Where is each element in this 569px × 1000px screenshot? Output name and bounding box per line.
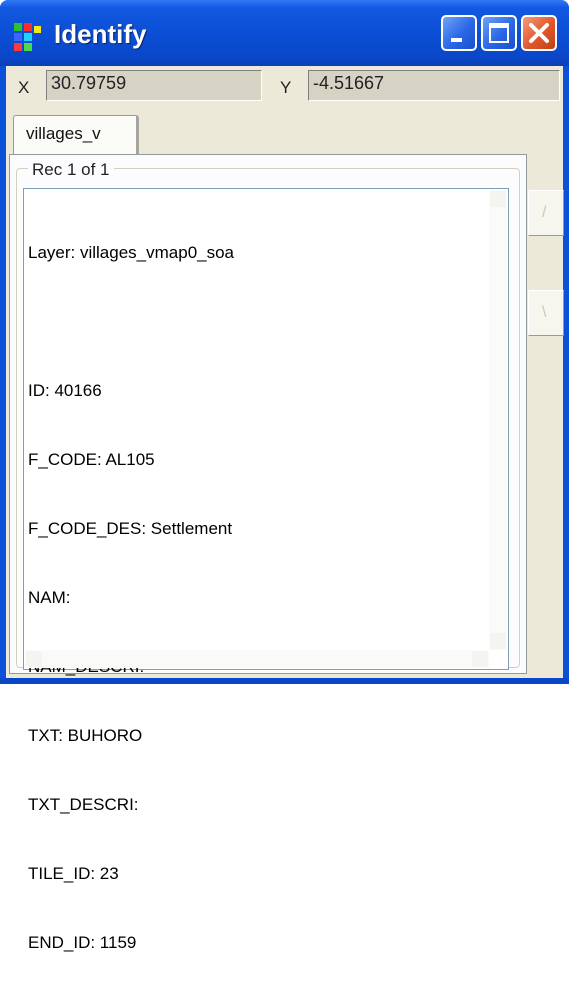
attribute-line: END_ID: 1159 [28, 933, 137, 952]
record-counter: Rec 1 of 1 [28, 160, 114, 180]
attribute-line: Layer: villages_vmap0_soa [28, 243, 235, 262]
maximize-icon [489, 23, 509, 43]
window-bottom-border [0, 678, 569, 684]
horizontal-scrollbar[interactable] [25, 650, 489, 668]
close-button[interactable] [521, 15, 557, 51]
maximize-button[interactable] [481, 15, 517, 51]
attribute-line: TXT_DESCRI: [28, 795, 139, 814]
attribute-line [28, 310, 234, 333]
scroll-up-arrow[interactable] [490, 191, 506, 207]
identify-app-icon [14, 23, 41, 51]
attribute-text-area[interactable]: Layer: villages_vmap0_soa ID: 40166 F_CO… [23, 188, 509, 952]
scroll-down-arrow[interactable] [490, 633, 506, 649]
x-label: X [18, 78, 30, 97]
window-client-area: X 30.79759 Y -4.51667 villages_v Rec 1 o… [6, 66, 564, 952]
y-label: Y [280, 78, 292, 97]
attribute-line: NAM: [28, 588, 71, 607]
minimize-icon [451, 38, 462, 42]
y-coordinate-field[interactable]: -4.51667 [308, 70, 560, 101]
attribute-line: F_CODE: AL105 [28, 450, 155, 469]
previous-record-button[interactable]: / [528, 190, 564, 236]
identify-window: Identify X 30.79759 Y -4.51667 villages_… [0, 0, 569, 952]
window-title: Identify [54, 19, 147, 49]
minimize-button[interactable] [441, 15, 477, 51]
vertical-scrollbar[interactable] [489, 190, 507, 650]
scroll-right-arrow[interactable] [472, 651, 488, 667]
previous-record-label: / [542, 204, 547, 221]
tab-label: villages_v [26, 124, 101, 143]
attribute-lines: Layer: villages_vmap0_soa ID: 40166 F_CO… [28, 195, 234, 1000]
attribute-line: TILE_ID: 23 [28, 864, 119, 883]
scroll-left-arrow[interactable] [26, 651, 42, 667]
next-record-label: \ [542, 304, 547, 321]
next-record-button[interactable]: \ [528, 290, 564, 336]
tab-villages[interactable]: villages_v [13, 115, 139, 157]
attribute-line: TXT: BUHORO [28, 726, 143, 745]
x-coordinate-field[interactable]: 30.79759 [46, 70, 262, 101]
title-bar[interactable]: Identify [0, 0, 569, 66]
attribute-line: F_CODE_DES: Settlement [28, 519, 233, 538]
close-icon [529, 23, 549, 43]
attribute-line: ID: 40166 [28, 381, 102, 400]
